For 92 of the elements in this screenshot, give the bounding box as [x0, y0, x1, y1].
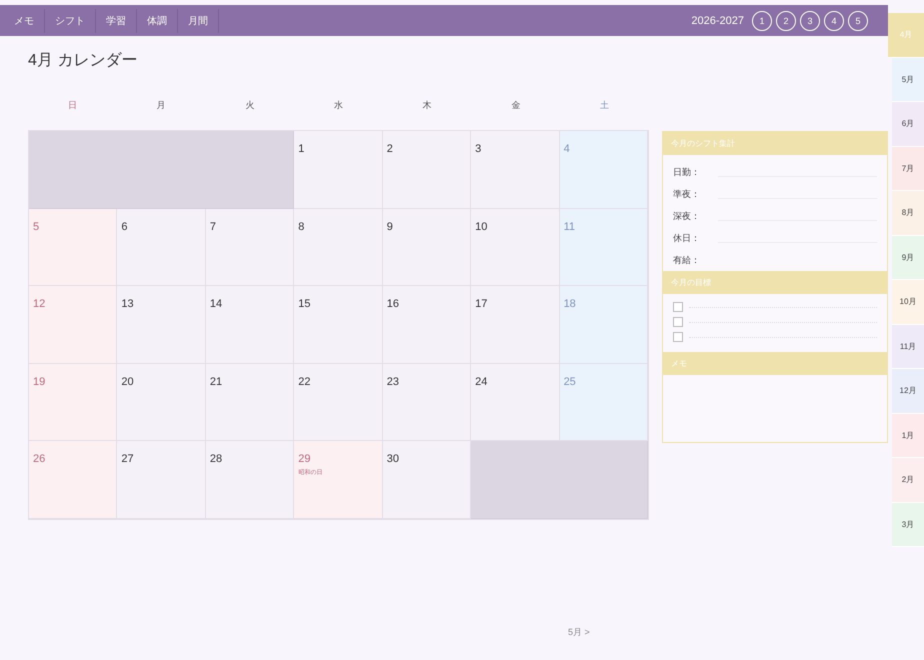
page-title: 4月 カレンダー — [28, 51, 138, 71]
month-tab[interactable]: 10月 — [892, 280, 924, 324]
month-tab[interactable]: 6月 — [892, 102, 924, 146]
day-cell[interactable]: 24 — [471, 364, 560, 441]
day-number: 7 — [210, 220, 216, 232]
shift-label: 日勤： — [673, 166, 701, 179]
weekday-label: 木 — [422, 99, 433, 112]
day-cell[interactable]: 17 — [471, 286, 560, 364]
day-number: 3 — [475, 143, 482, 155]
day-number: 8 — [298, 220, 304, 232]
day-number: 15 — [298, 298, 311, 310]
month-tab[interactable]: 9月 — [892, 236, 924, 280]
month-tab[interactable]: 7月 — [892, 146, 924, 191]
weekday-label: 月 — [156, 99, 167, 112]
section-header: 今月のシフト集計 — [663, 132, 887, 155]
weekday-label: 金 — [510, 99, 522, 112]
month-tab[interactable]: 8月 — [892, 191, 924, 236]
day-cell[interactable]: 6 — [117, 208, 206, 286]
page-button[interactable]: 3 — [800, 10, 820, 30]
weekday-label: 水 — [332, 99, 344, 112]
day-cell[interactable]: 16 — [382, 286, 472, 364]
day-cell[interactable]: 2 — [382, 131, 472, 208]
day-cell[interactable]: 7 — [206, 208, 294, 286]
day-number: 22 — [298, 376, 311, 388]
day-number: 20 — [121, 376, 134, 388]
section-header: メモ — [663, 352, 887, 375]
day-number: 18 — [564, 298, 576, 310]
day-cell[interactable]: 21 — [206, 364, 294, 441]
day-cell[interactable]: 20 — [117, 364, 206, 441]
day-number: 27 — [121, 453, 134, 465]
checkbox[interactable] — [673, 332, 683, 342]
checkbox[interactable] — [673, 302, 683, 312]
day-cell[interactable]: 1 — [294, 131, 383, 208]
day-cell[interactable]: 23 — [382, 364, 472, 441]
weekday-label: 土 — [599, 99, 610, 112]
day-number: 12 — [33, 298, 46, 310]
day-number: 26 — [33, 453, 46, 465]
day-number: 13 — [121, 298, 134, 310]
day-cell[interactable]: 27 — [117, 441, 206, 518]
page-button[interactable]: 2 — [776, 10, 796, 30]
day-cell[interactable]: 13 — [117, 286, 206, 364]
month-tab[interactable]: 2月 — [892, 458, 924, 502]
day-number: 25 — [564, 376, 576, 388]
shift-label: 深夜： — [673, 210, 701, 223]
section-header: 今月の目標 — [663, 271, 887, 294]
day-number: 4 — [564, 143, 570, 155]
nav-tab[interactable]: 月間 — [178, 8, 219, 32]
month-tab[interactable]: 5月 — [892, 58, 924, 102]
day-cell[interactable]: 30 — [382, 441, 472, 518]
day-number: 23 — [386, 376, 399, 388]
day-number: 2 — [386, 143, 393, 155]
day-number: 16 — [386, 298, 399, 310]
page-button[interactable]: 5 — [848, 10, 868, 30]
day-number: 1 — [298, 143, 304, 155]
day-number: 29 — [298, 453, 311, 465]
day-cell[interactable]: 8 — [294, 208, 383, 286]
day-cell[interactable]: 10 — [471, 208, 560, 286]
day-cell[interactable]: 15 — [294, 286, 383, 364]
shift-label: 準夜： — [673, 188, 701, 201]
shift-label: 休日： — [673, 232, 701, 245]
day-number: 11 — [564, 220, 575, 232]
day-number: 21 — [210, 376, 222, 388]
weekday-label: 火 — [244, 99, 256, 112]
day-number: 6 — [121, 220, 128, 232]
day-number: 30 — [386, 453, 399, 465]
year-range: 2026-2027 — [691, 14, 744, 26]
weekday-label: 日 — [66, 99, 78, 112]
nav-tab[interactable]: 学習 — [96, 8, 137, 32]
nav-tab[interactable]: メモ — [4, 8, 45, 32]
month-tab[interactable]: 12月 — [892, 369, 924, 414]
day-cell[interactable]: 22 — [294, 364, 383, 441]
month-tab[interactable]: 1月 — [892, 414, 924, 458]
day-number: 9 — [386, 220, 393, 232]
nav-tab[interactable]: シフト — [45, 8, 96, 32]
day-number: 28 — [210, 453, 222, 465]
shift-label: 有給： — [673, 254, 701, 267]
day-number: 10 — [475, 220, 488, 232]
page-button[interactable]: 1 — [752, 10, 772, 30]
day-cell[interactable]: 9 — [382, 208, 472, 286]
day-cell[interactable]: 14 — [206, 286, 294, 364]
day-number: 17 — [475, 298, 488, 310]
day-number: 14 — [210, 298, 222, 310]
month-tab[interactable]: 3月 — [892, 502, 924, 547]
month-tab[interactable]: 11月 — [892, 324, 924, 369]
day-number: 24 — [475, 376, 488, 388]
day-number: 19 — [33, 376, 46, 388]
day-cell[interactable]: 3 — [471, 131, 560, 208]
nav-tab[interactable]: 体調 — [137, 8, 178, 32]
day-cell[interactable]: 28 — [206, 441, 294, 518]
checkbox[interactable] — [673, 317, 683, 327]
page-button[interactable]: 4 — [824, 10, 844, 30]
day-number: 5 — [33, 220, 40, 232]
